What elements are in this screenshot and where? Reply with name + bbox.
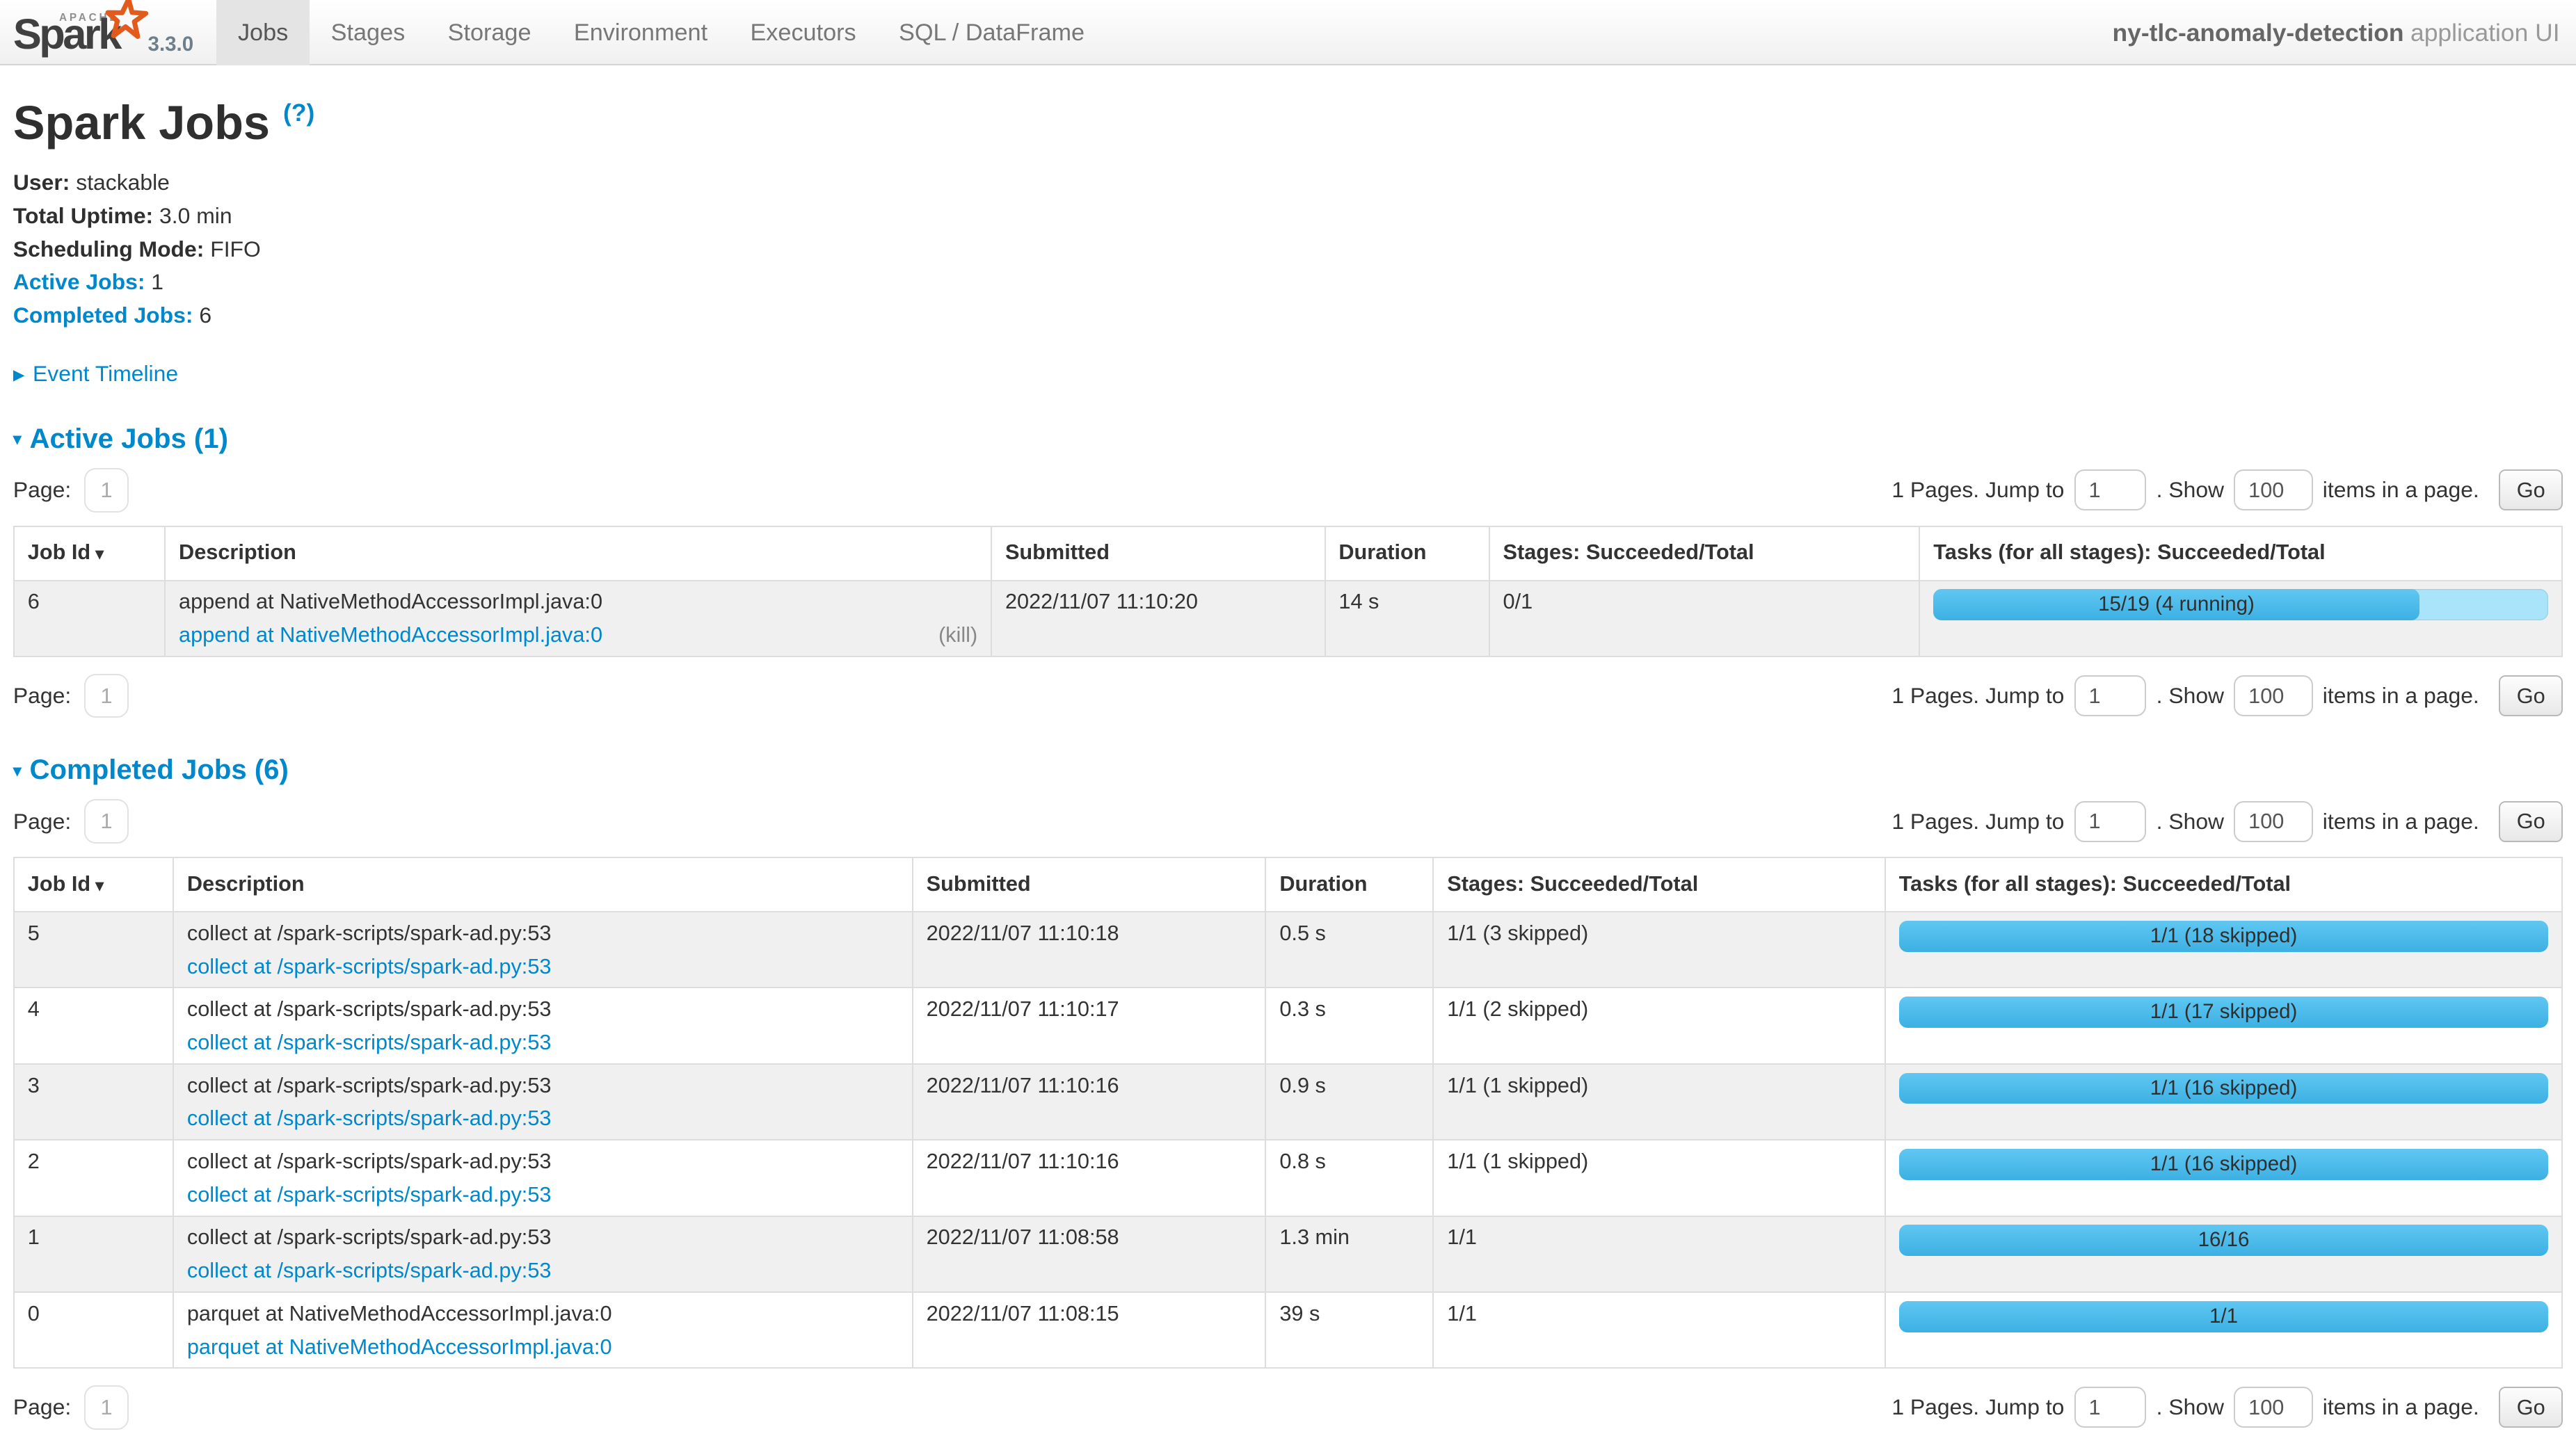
show-items-input[interactable] (2234, 1387, 2312, 1428)
job-detail-link[interactable]: collect at /spark-scripts/spark-ad.py:53 (187, 1106, 552, 1130)
go-button[interactable]: Go (2499, 1387, 2563, 1428)
go-button[interactable]: Go (2499, 469, 2563, 510)
spark-version: 3.3.0 (148, 33, 194, 56)
show-items-input[interactable] (2234, 801, 2312, 842)
col-submitted[interactable]: Submitted (913, 857, 1266, 912)
section-header-completed-jobs[interactable]: ▾Completed Jobs (6) (13, 754, 2563, 786)
sort-desc-icon: ▾ (95, 877, 104, 895)
collapse-arrow-icon: ▾ (13, 762, 22, 780)
job-row: 4 collect at /spark-scripts/spark-ad.py:… (14, 987, 2562, 1063)
show-items-input[interactable] (2234, 469, 2312, 510)
active-job-row: 6 append at NativeMethodAccessorImpl.jav… (14, 581, 2562, 656)
sort-desc-icon: ▾ (95, 545, 104, 563)
pagination-completed-top: Page: 1 Pages. Jump to . Show items in a… (13, 799, 2563, 844)
section-header-active-jobs[interactable]: ▾Active Jobs (1) (13, 423, 2563, 455)
job-tasks-cell: 15/19 (4 running) (1919, 581, 2562, 656)
jump-to-input[interactable] (2074, 1387, 2147, 1428)
go-button[interactable]: Go (2499, 675, 2563, 716)
job-detail-link[interactable]: append at NativeMethodAccessorImpl.java:… (179, 622, 602, 647)
col-stages[interactable]: Stages: Succeeded/Total (1489, 526, 1920, 581)
page-input[interactable] (84, 674, 129, 718)
job-row: 1 collect at /spark-scripts/spark-ad.py:… (14, 1216, 2562, 1292)
task-progress-bar: 1/1 (1899, 1301, 2549, 1332)
job-row: 0 parquet at NativeMethodAccessorImpl.ja… (14, 1292, 2562, 1368)
kill-link[interactable]: (kill) (938, 622, 977, 647)
col-job-id[interactable]: Job Id▾ (14, 857, 173, 912)
spark-star-icon (104, 0, 148, 48)
application-title: ny-tlc-anomaly-detectionapplication UI (2113, 0, 2576, 64)
col-description[interactable]: Description (165, 526, 991, 581)
tab-jobs[interactable]: Jobs (216, 0, 310, 64)
active-jobs-link[interactable]: Active Jobs: (13, 269, 145, 294)
page-input[interactable] (84, 799, 129, 844)
job-id: 6 (14, 581, 165, 656)
job-row: 2 collect at /spark-scripts/spark-ad.py:… (14, 1140, 2562, 1216)
spark-jobs-page: APACHE Spark 3.3.0 Jobs Stages Storage E… (0, 0, 2576, 1430)
page-input[interactable] (84, 1385, 129, 1430)
nav-tabs: Jobs Stages Storage Environment Executor… (216, 0, 1105, 64)
help-link[interactable]: (?) (283, 99, 314, 127)
job-row: 5 collect at /spark-scripts/spark-ad.py:… (14, 912, 2562, 987)
task-progress-bar: 1/1 (16 skipped) (1899, 1149, 2549, 1180)
tab-executors[interactable]: Executors (729, 0, 878, 64)
jump-to-input[interactable] (2074, 469, 2147, 510)
pagination-active-top: Page: 1 Pages. Jump to . Show items in a… (13, 468, 2563, 513)
page-input[interactable] (84, 468, 129, 513)
col-tasks[interactable]: Tasks (for all stages): Succeeded/Total (1919, 526, 2562, 581)
expand-arrow-icon: ▶ (13, 366, 24, 383)
show-items-input[interactable] (2234, 675, 2312, 716)
tab-storage[interactable]: Storage (426, 0, 552, 64)
col-submitted[interactable]: Submitted (991, 526, 1325, 581)
tab-environment[interactable]: Environment (552, 0, 729, 64)
task-progress-bar: 16/16 (1899, 1225, 2549, 1256)
spark-logo[interactable]: APACHE Spark (13, 0, 141, 64)
go-button[interactable]: Go (2499, 801, 2563, 842)
navbar: APACHE Spark 3.3.0 Jobs Stages Storage E… (0, 0, 2576, 65)
event-timeline-toggle[interactable]: ▶Event Timeline (13, 361, 2563, 387)
col-duration[interactable]: Duration (1325, 526, 1489, 581)
pagination-completed-bottom: Page: 1 Pages. Jump to . Show items in a… (13, 1385, 2563, 1430)
summary-active-jobs: Active Jobs: 1 (13, 269, 2563, 295)
job-submitted: 2022/11/07 11:10:20 (991, 581, 1325, 656)
job-summary: User: stackable Total Uptime: 3.0 min Sc… (13, 170, 2563, 328)
job-detail-link[interactable]: collect at /spark-scripts/spark-ad.py:53 (187, 954, 552, 978)
job-detail-link[interactable]: collect at /spark-scripts/spark-ad.py:53 (187, 1258, 552, 1282)
job-detail-link[interactable]: parquet at NativeMethodAccessorImpl.java… (187, 1335, 612, 1359)
application-name: ny-tlc-anomaly-detection (2113, 19, 2404, 47)
jump-to-input[interactable] (2074, 801, 2147, 842)
page-title: Spark Jobs (?) (13, 95, 2563, 150)
pagination-active-bottom: Page: 1 Pages. Jump to . Show items in a… (13, 674, 2563, 718)
completed-jobs-table: Job Id▾ Description Submitted Duration S… (13, 857, 2563, 1369)
col-description[interactable]: Description (173, 857, 913, 912)
completed-jobs-link[interactable]: Completed Jobs: (13, 303, 193, 328)
summary-completed-jobs: Completed Jobs: 6 (13, 303, 2563, 328)
job-detail-link[interactable]: collect at /spark-scripts/spark-ad.py:53 (187, 1030, 552, 1054)
job-duration: 14 s (1325, 581, 1489, 656)
task-progress-bar: 1/1 (17 skipped) (1899, 997, 2549, 1028)
tab-sql-dataframe[interactable]: SQL / DataFrame (877, 0, 1105, 64)
job-description-cell: append at NativeMethodAccessorImpl.java:… (165, 581, 991, 656)
page-label: Page: (13, 477, 71, 503)
task-progress-bar: 1/1 (16 skipped) (1899, 1073, 2549, 1104)
col-stages[interactable]: Stages: Succeeded/Total (1433, 857, 1885, 912)
job-detail-link[interactable]: collect at /spark-scripts/spark-ad.py:53 (187, 1182, 552, 1207)
jump-to-input[interactable] (2074, 675, 2147, 716)
collapse-arrow-icon: ▾ (13, 430, 22, 449)
col-duration[interactable]: Duration (1265, 857, 1433, 912)
summary-scheduling-mode: Scheduling Mode: FIFO (13, 236, 2563, 262)
task-progress-bar: 15/19 (4 running) (1933, 589, 2548, 620)
active-jobs-table: Job Id▾ Description Submitted Duration S… (13, 526, 2563, 658)
job-row: 3 collect at /spark-scripts/spark-ad.py:… (14, 1064, 2562, 1140)
col-job-id[interactable]: Job Id▾ (14, 526, 165, 581)
job-stages: 0/1 (1489, 581, 1920, 656)
col-tasks[interactable]: Tasks (for all stages): Succeeded/Total (1885, 857, 2562, 912)
summary-uptime: Total Uptime: 3.0 min (13, 203, 2563, 229)
task-progress-bar: 1/1 (18 skipped) (1899, 921, 2549, 952)
summary-user: User: stackable (13, 170, 2563, 195)
tab-stages[interactable]: Stages (310, 0, 426, 64)
